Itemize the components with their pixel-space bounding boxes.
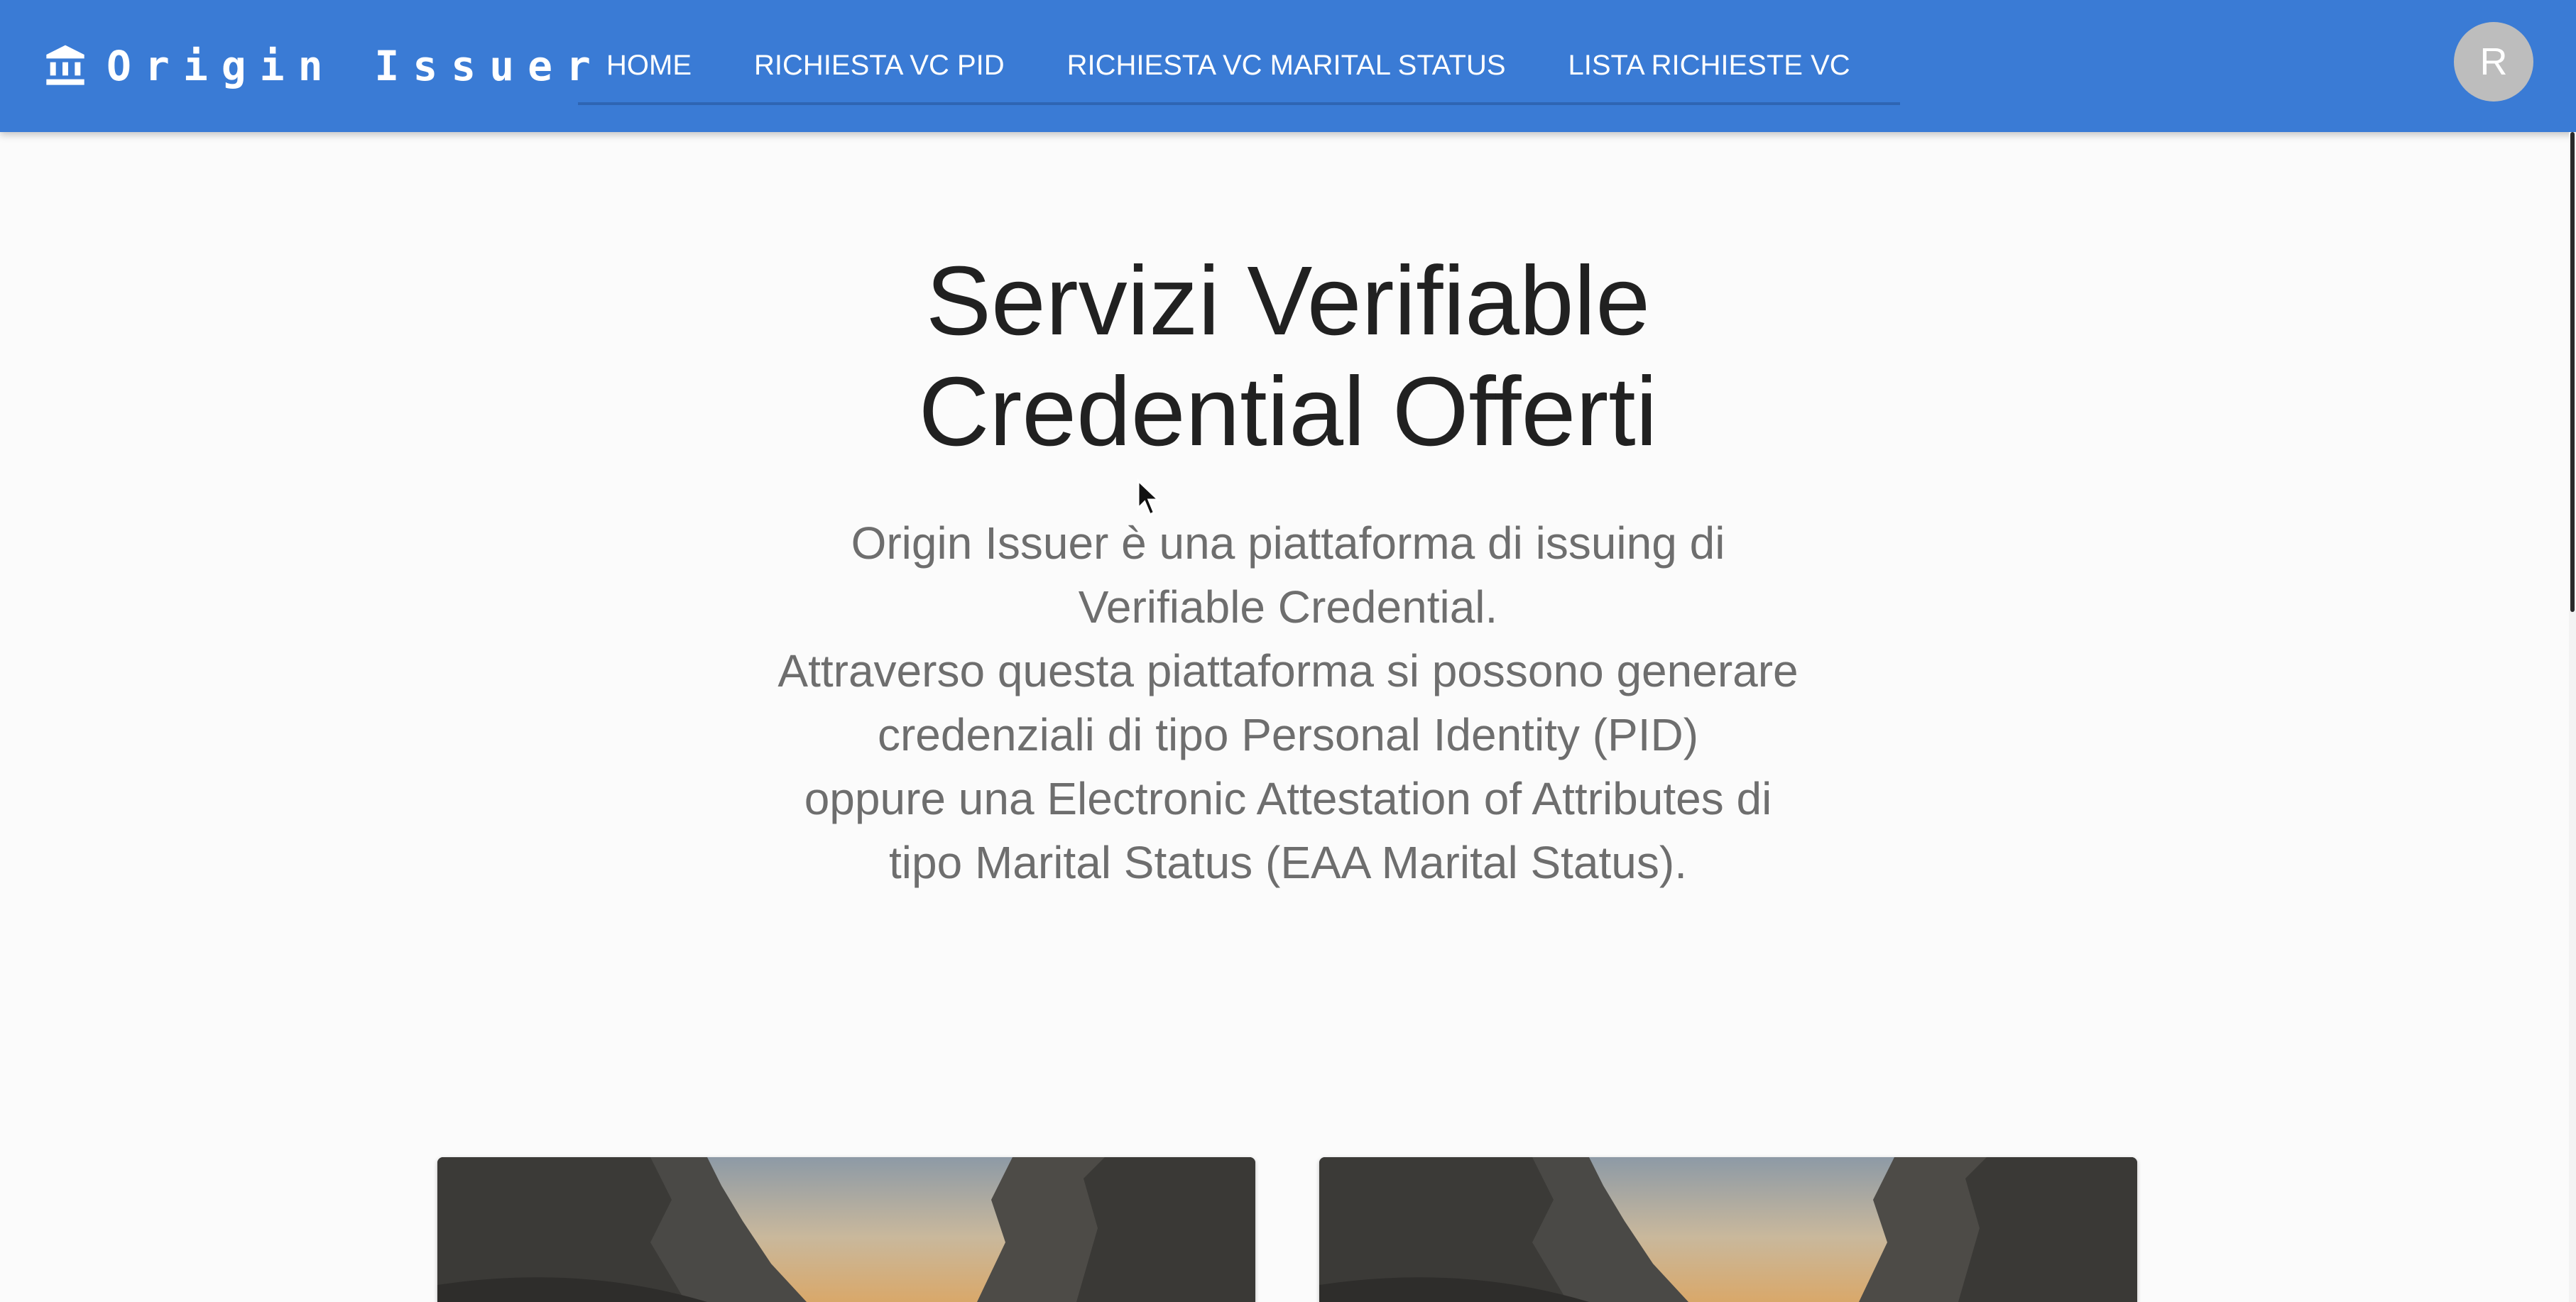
bank-icon (46, 45, 84, 85)
landscape-cliffs-image (437, 1157, 1255, 1302)
service-card-pid[interactable] (437, 1157, 1255, 1302)
app-bar: Origin Issuer HOME RICHIESTA VC PID RICH… (0, 0, 2576, 132)
description-line: Verifiable Credential. (1078, 581, 1498, 633)
page-scrollbar[interactable] (2569, 132, 2576, 1302)
hero-description: Origin Issuer è una piattaforma di issui… (684, 511, 1892, 895)
scrollbar-thumb[interactable] (2570, 132, 2575, 612)
brand-title: Origin Issuer (107, 42, 604, 90)
nav-item-richiesta-vc-marital-status[interactable]: RICHIESTA VC MARITAL STATUS (1036, 28, 1537, 102)
nav-item-lista-richieste-vc[interactable]: LISTA RICHIESTE VC (1537, 28, 1882, 102)
brand[interactable]: Origin Issuer (43, 37, 604, 95)
nav-item-richiesta-vc-pid[interactable]: RICHIESTA VC PID (723, 28, 1036, 102)
description-line: Origin Issuer è una piattaforma di issui… (851, 518, 1725, 569)
landscape-cliffs-image (1319, 1157, 2137, 1302)
description-line: credenziali di tipo Personal Identity (P… (877, 709, 1699, 760)
page: Origin Issuer HOME RICHIESTA VC PID RICH… (0, 0, 2576, 1302)
description-line: Attraverso questa piattaforma si possono… (777, 645, 1799, 696)
page-title: Servizi Verifiable Credential Offerti (918, 246, 1658, 466)
service-card-marital-status[interactable] (1319, 1157, 2137, 1302)
description-line: tipo Marital Status (EAA Marital Status)… (889, 837, 1687, 888)
nav-item-home[interactable]: HOME (578, 28, 723, 102)
description-line: oppure una Electronic Attestation of Att… (804, 773, 1772, 824)
mouse-cursor-icon (1137, 478, 1162, 517)
user-avatar[interactable]: R (2454, 22, 2533, 102)
main-nav: HOME RICHIESTA VC PID RICHIESTA VC MARIT… (578, 28, 1900, 105)
